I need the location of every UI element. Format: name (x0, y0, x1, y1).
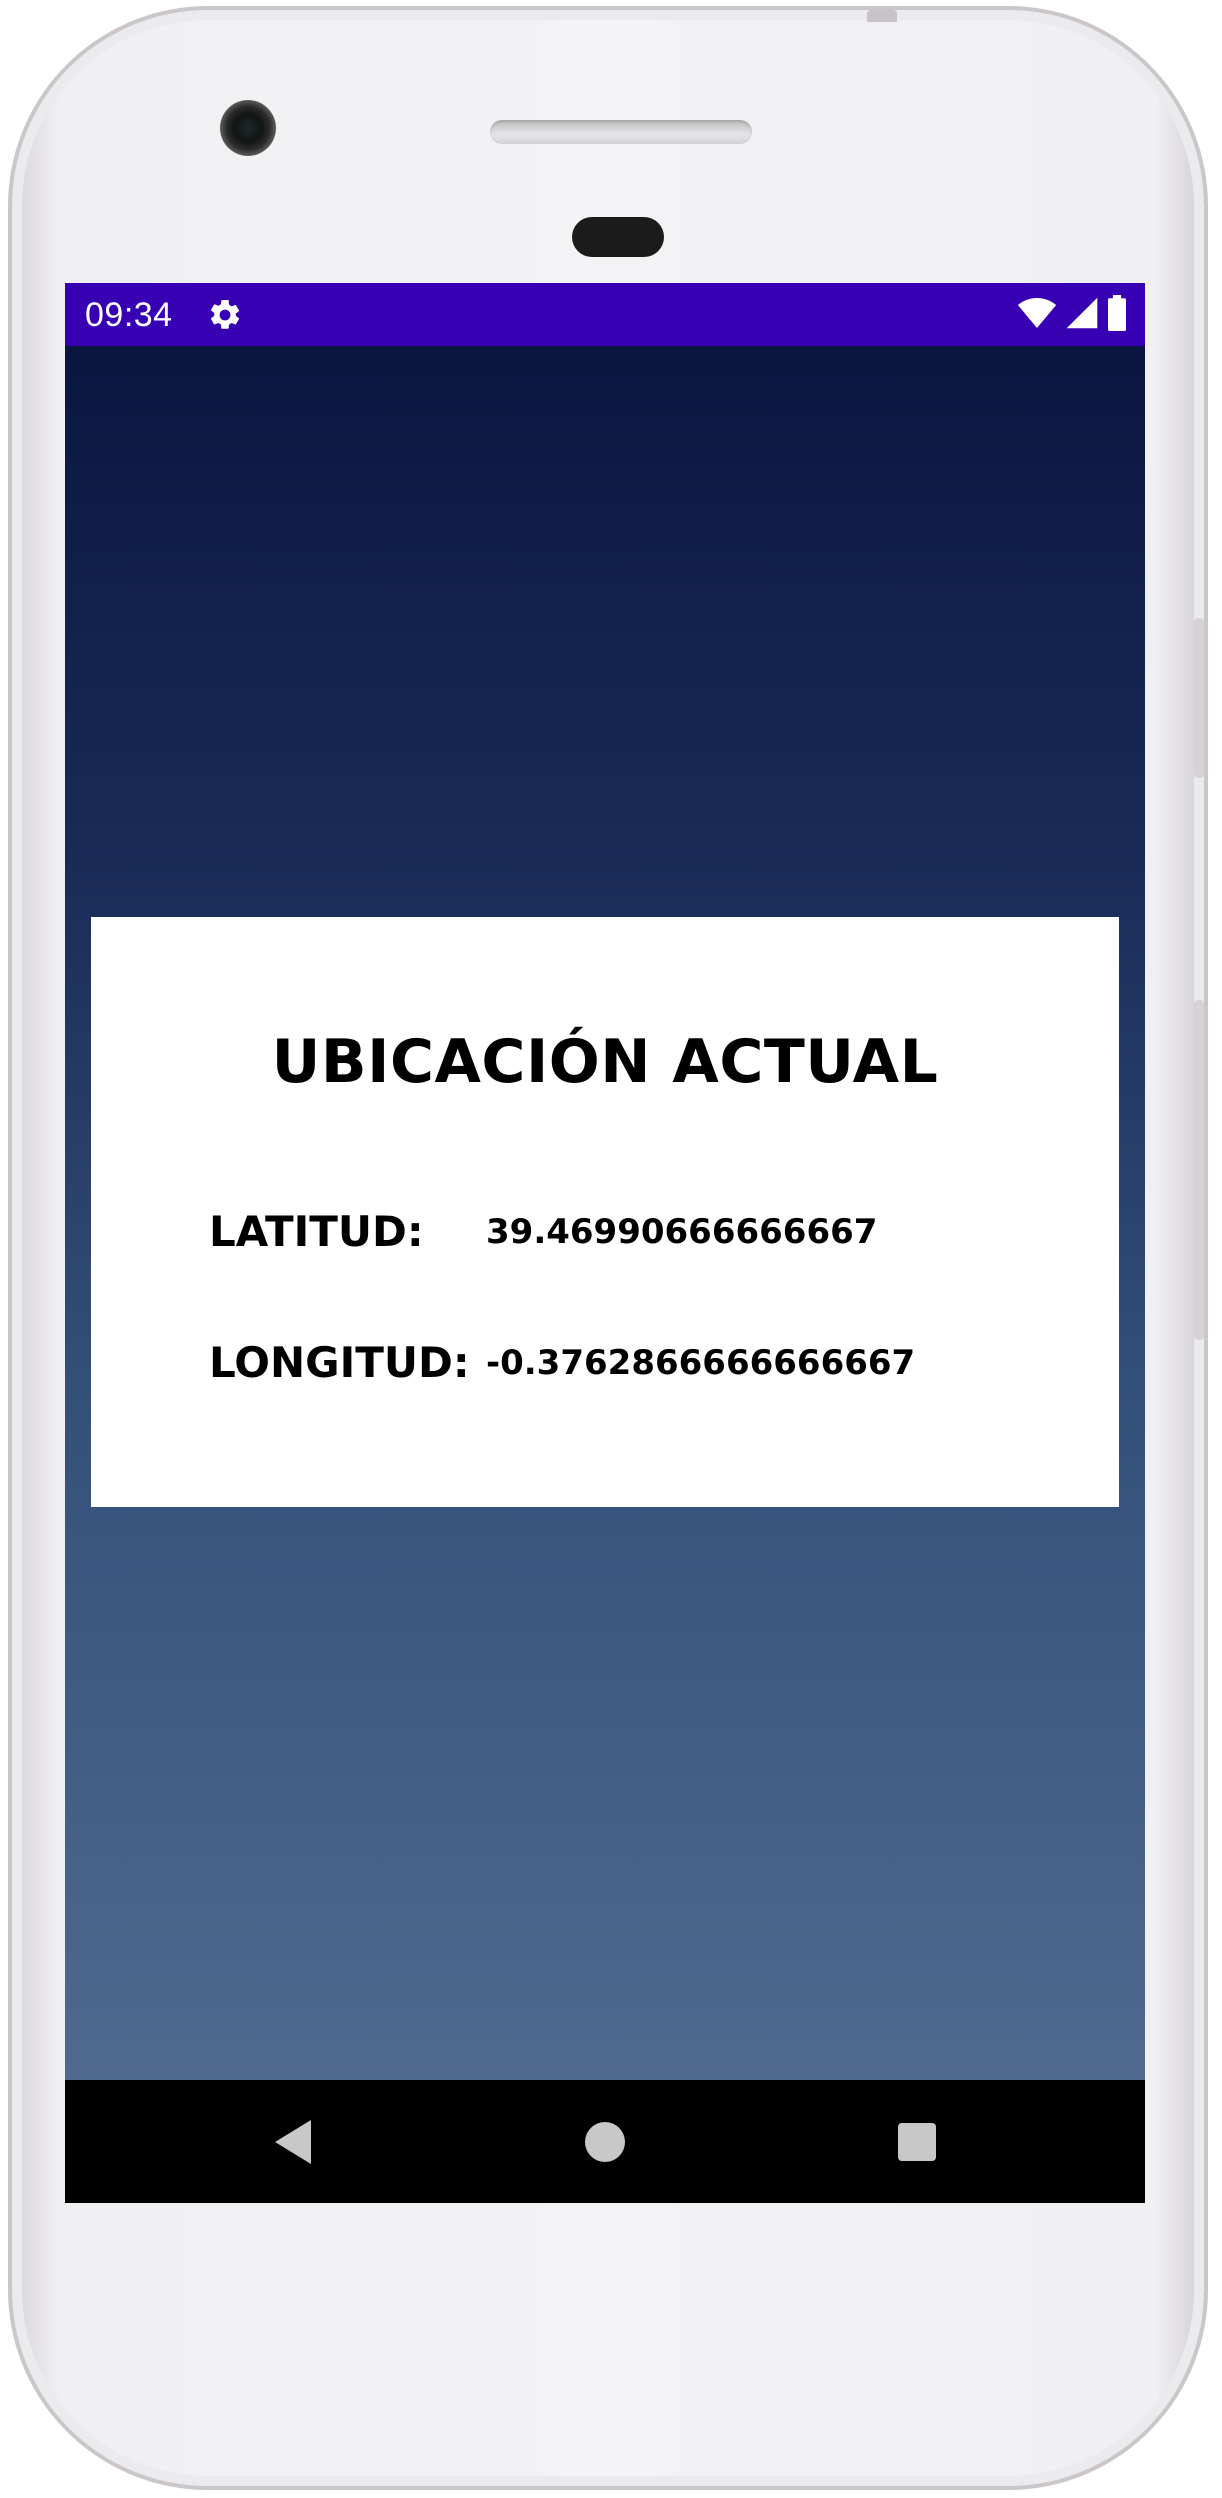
home-button[interactable] (579, 2116, 631, 2168)
back-button[interactable] (269, 2116, 321, 2168)
recents-button[interactable] (891, 2116, 943, 2168)
location-card: UBICACIÓN ACTUAL LATITUD: 39.46990666666… (91, 917, 1119, 1507)
power-nub (867, 10, 897, 22)
proximity-sensor (572, 217, 664, 257)
cellular-signal-icon (1065, 296, 1099, 335)
app-background: UBICACIÓN ACTUAL LATITUD: 39.46990666666… (65, 346, 1145, 2080)
back-icon (275, 2120, 311, 2164)
latitude-label: LATITUD: (209, 1207, 424, 1256)
status-time: 09:34 (85, 296, 173, 334)
navigation-bar (65, 2080, 1145, 2203)
recents-icon (898, 2123, 936, 2161)
earpiece-speaker (490, 120, 752, 144)
wifi-icon (1017, 296, 1057, 335)
home-icon (585, 2122, 625, 2162)
status-icons (1017, 294, 1127, 336)
latitude-value: 39.46990666666667 (486, 1212, 878, 1252)
card-title: UBICACIÓN ACTUAL (271, 1027, 939, 1097)
device-screen: 09:34 UBICACIÓN ACTUAL LATITUD: 39.46990… (65, 283, 1145, 2203)
longitude-label: LONGITUD: (209, 1338, 470, 1387)
front-camera (220, 100, 276, 156)
status-bar: 09:34 (65, 283, 1145, 346)
longitude-value: -0.3762866666666667 (486, 1343, 916, 1383)
battery-icon (1107, 294, 1127, 336)
volume-button (1194, 618, 1204, 778)
side-button (1194, 1000, 1204, 1340)
gear-icon (207, 297, 243, 333)
